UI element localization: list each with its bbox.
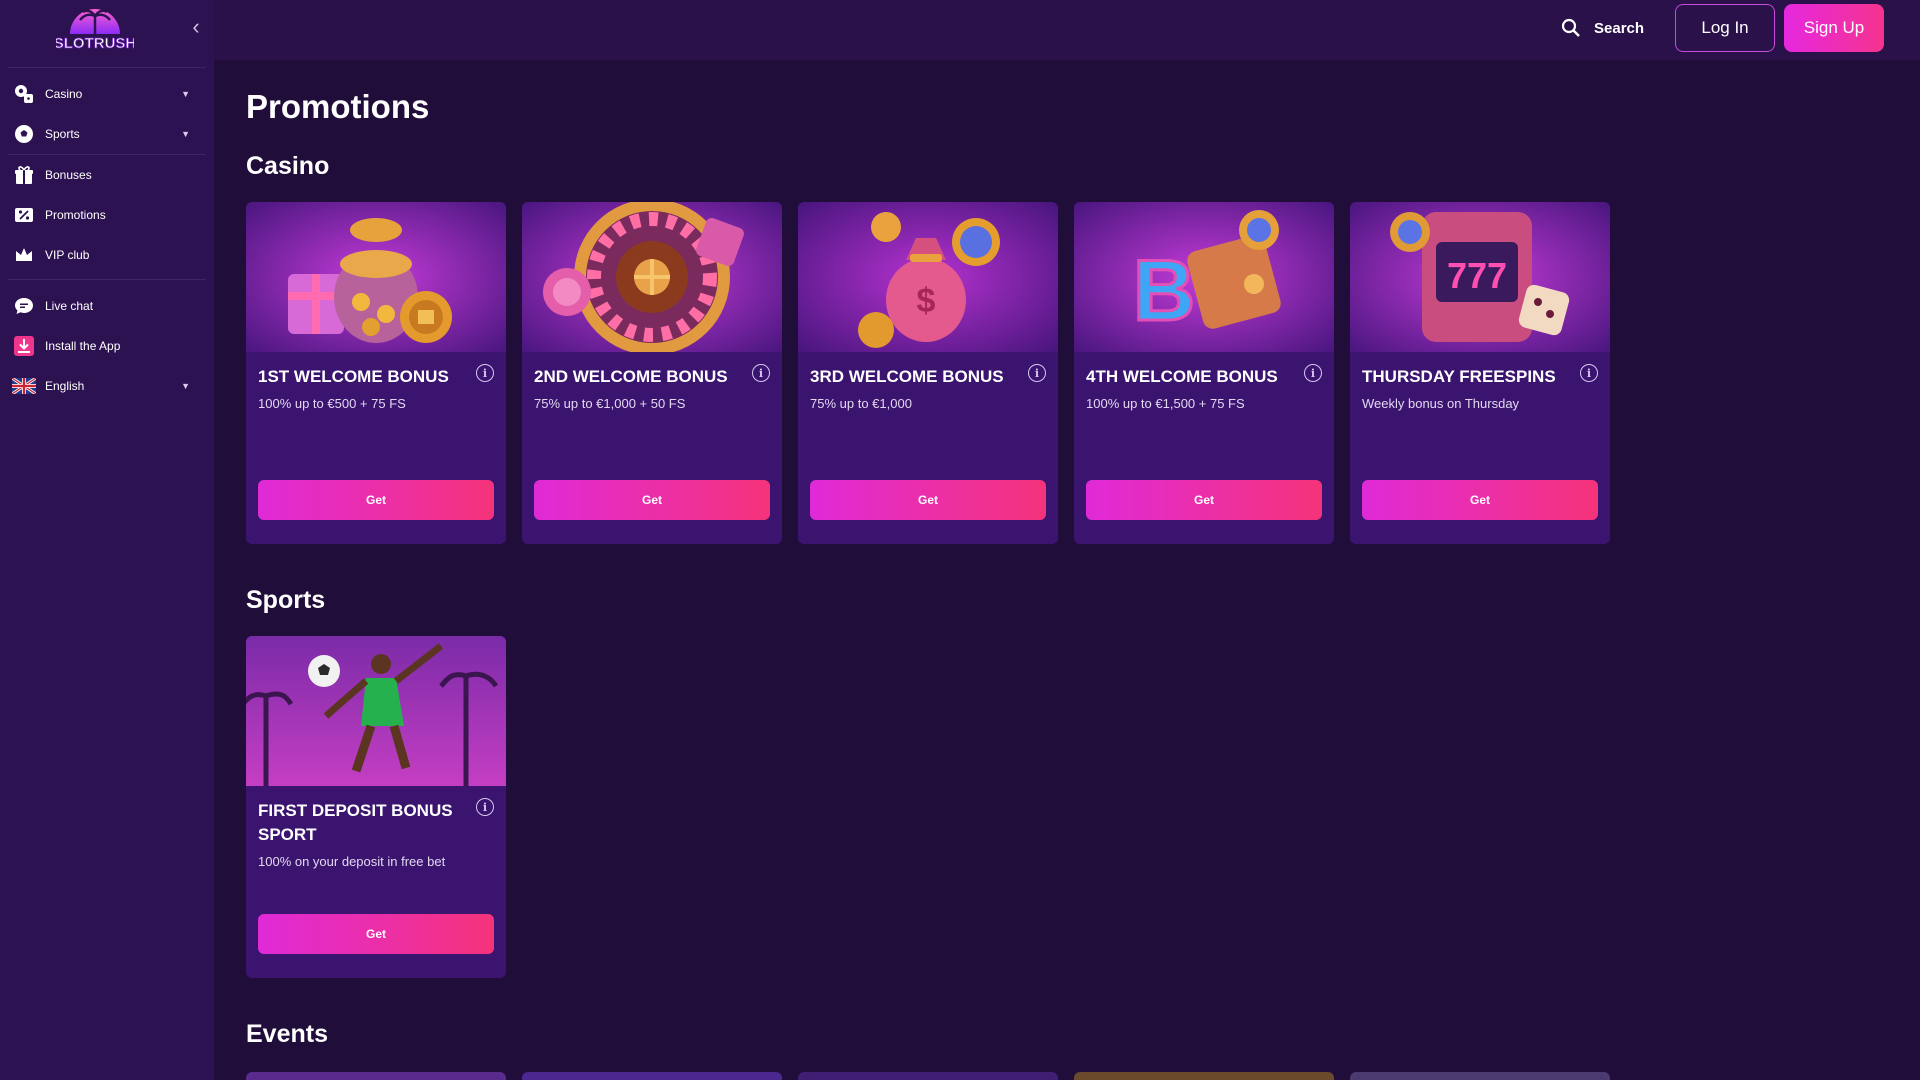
get-bonus-button[interactable]: Get [1086, 480, 1322, 520]
crown-icon [12, 243, 36, 267]
percent-ticket-icon [12, 203, 36, 227]
language-selector[interactable]: English ▼ [0, 366, 214, 406]
promo-description: 75% up to €1,000 + 50 FS [534, 396, 686, 411]
sidebar-item-label: VIP club [45, 248, 90, 262]
promo-description: 100% on your deposit in free bet [258, 854, 446, 869]
top-bar: Search Log In Sign Up [214, 0, 1920, 60]
promo-image-slot-machine: 777 [1350, 202, 1610, 352]
promo-image-roulette [522, 202, 782, 352]
promo-card: 777 THURSDAY FREESPINS i Weekly bonus on… [1350, 202, 1610, 544]
promo-title: 1ST WELCOME BONUS [258, 367, 449, 386]
logo-area: SLOTRUSH ‹ [0, 0, 214, 60]
search-button[interactable]: Search [1561, 14, 1644, 42]
promo-image-coin-jar-gift [246, 202, 506, 352]
promo-title: 2ND WELCOME BONUS [534, 367, 728, 386]
section-title-casino: Casino [246, 152, 330, 180]
promo-card: 2ND WELCOME BONUS i 75% up to €1,000 + 5… [522, 202, 782, 544]
get-bonus-button[interactable]: Get [258, 480, 494, 520]
collapse-sidebar-button[interactable]: ‹ [186, 16, 206, 38]
uk-flag-icon [12, 374, 36, 398]
search-icon [1561, 18, 1580, 37]
get-bonus-button[interactable]: Get [810, 480, 1046, 520]
promo-title: THURSDAY FREESPINS [1362, 367, 1556, 386]
logo-text: SLOTRUSH [56, 35, 134, 52]
signup-button[interactable]: Sign Up [1784, 4, 1884, 52]
promo-image-bitcoin-wallet: B [1074, 202, 1334, 352]
chevron-down-icon: ▼ [181, 381, 190, 391]
sidebar-item-promotions[interactable]: Promotions [0, 195, 214, 235]
download-icon [12, 334, 36, 358]
event-card[interactable] [246, 1072, 506, 1080]
slotrush-logo[interactable]: SLOTRUSH [53, 4, 137, 52]
sidebar-item-label: Install the App [45, 339, 121, 353]
sidebar-item-live-chat[interactable]: Live chat [0, 286, 214, 326]
soccer-ball-icon [12, 122, 36, 146]
promo-card: FIRST DEPOSIT BONUS SPORT i 100% on your… [246, 636, 506, 978]
sidebar-item-casino[interactable]: Casino ▼ [0, 74, 214, 114]
sidebar-item-label: Promotions [45, 208, 106, 222]
sidebar-item-vip-club[interactable]: VIP club [0, 235, 214, 275]
login-button[interactable]: Log In [1675, 4, 1775, 52]
info-icon[interactable]: i [752, 364, 770, 382]
promo-image-money-bag: $ [798, 202, 1058, 352]
info-icon[interactable]: i [476, 364, 494, 382]
promo-description: 100% up to €500 + 75 FS [258, 396, 406, 411]
promo-card: $ 3RD WELCOME BONUS i 75% up to €1,000 G… [798, 202, 1058, 544]
info-icon[interactable]: i [476, 798, 494, 816]
promo-image-soccer-player [246, 636, 506, 786]
chat-bubble-icon [12, 294, 36, 318]
info-icon[interactable]: i [1580, 364, 1598, 382]
sidebar-item-label: Sports [45, 127, 80, 141]
get-bonus-button[interactable]: Get [258, 914, 494, 954]
chevron-down-icon: ▼ [181, 129, 190, 139]
main-content: Promotions Casino 1ST WELCOME BONUS i 10… [214, 60, 1920, 1080]
event-card[interactable] [1350, 1072, 1610, 1080]
get-bonus-button[interactable]: Get [1362, 480, 1598, 520]
sidebar-item-install-app[interactable]: Install the App [0, 326, 214, 366]
event-card[interactable] [798, 1072, 1058, 1080]
info-icon[interactable]: i [1304, 364, 1322, 382]
sidebar-item-label: Bonuses [45, 168, 92, 182]
sidebar: SLOTRUSH ‹ Casino ▼ Sports ▼ Bonuses Pro… [0, 0, 214, 1080]
sidebar-item-sports[interactable]: Sports ▼ [0, 114, 214, 154]
promo-card: 1ST WELCOME BONUS i 100% up to €500 + 75… [246, 202, 506, 544]
gift-icon [12, 163, 36, 187]
get-bonus-button[interactable]: Get [534, 480, 770, 520]
sidebar-item-label: English [45, 379, 85, 393]
page-title: Promotions [246, 88, 430, 125]
section-title-sports: Sports [246, 586, 326, 614]
promo-title: 4TH WELCOME BONUS [1086, 367, 1278, 386]
event-card[interactable] [1074, 1072, 1334, 1080]
search-label: Search [1594, 19, 1645, 37]
event-card[interactable] [522, 1072, 782, 1080]
chevron-down-icon: ▼ [181, 89, 190, 99]
promo-title: 3RD WELCOME BONUS [810, 367, 1004, 386]
promo-description: 75% up to €1,000 [810, 396, 912, 411]
svg-text:777: 777 [1447, 255, 1507, 296]
promo-description: 100% up to €1,500 + 75 FS [1086, 396, 1245, 411]
info-icon[interactable]: i [1028, 364, 1046, 382]
svg-text:B: B [1133, 243, 1195, 339]
sidebar-item-bonuses[interactable]: Bonuses [0, 155, 214, 195]
sidebar-item-label: Live chat [45, 299, 94, 313]
promo-title: FIRST DEPOSIT BONUS SPORT [258, 801, 453, 844]
sidebar-item-label: Casino [45, 87, 83, 101]
casino-chips-icon [12, 82, 36, 106]
promo-card: B 4TH WELCOME BONUS i 100% up to €1,500 … [1074, 202, 1334, 544]
promo-description: Weekly bonus on Thursday [1362, 396, 1520, 411]
svg-text:$: $ [917, 282, 936, 320]
section-title-events: Events [246, 1020, 328, 1048]
